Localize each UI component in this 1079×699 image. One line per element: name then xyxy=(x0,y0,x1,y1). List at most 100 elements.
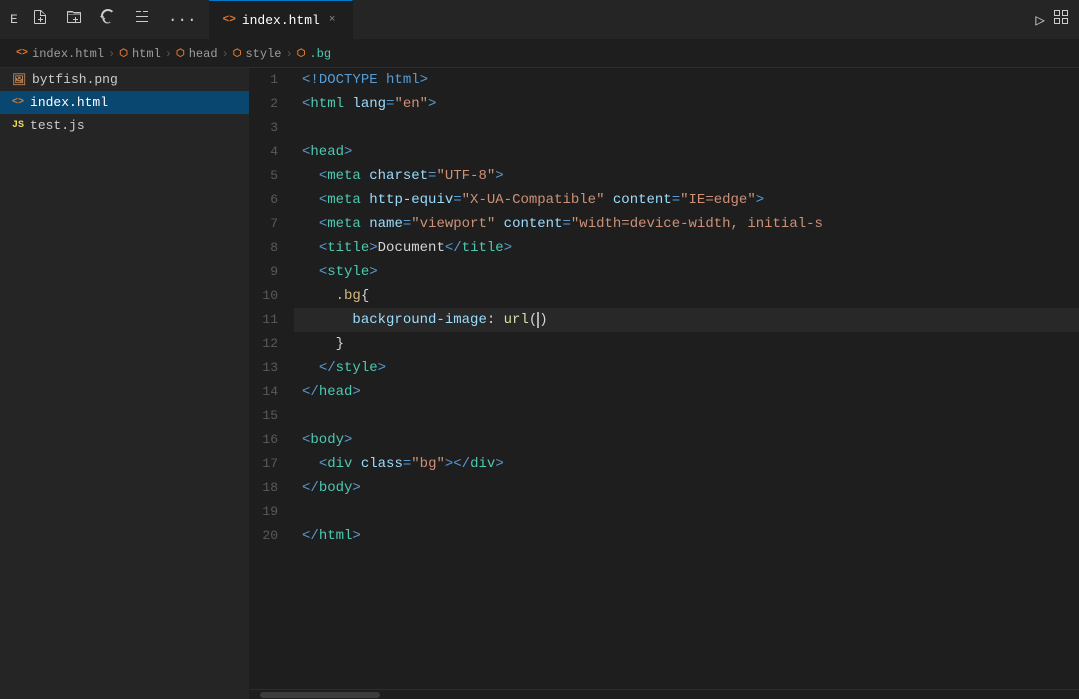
js-icon: JS xyxy=(12,120,24,131)
line-num-17: 17 xyxy=(250,452,294,476)
html-attr: lang xyxy=(352,92,386,116)
sidebar-file-test: test.js xyxy=(30,118,85,133)
doctype-html: html xyxy=(386,68,420,92)
layout-button[interactable] xyxy=(1053,9,1069,30)
line-num-1: 1 xyxy=(250,68,294,92)
sidebar-item-index-html[interactable]: <> index.html xyxy=(0,91,249,114)
code-line-8: <title>Document</title> xyxy=(294,236,1079,260)
sidebar-file-index: index.html xyxy=(30,95,108,110)
code-line-13: </style> xyxy=(294,356,1079,380)
line-num-7: 7 xyxy=(250,212,294,236)
head-open-bracket: < xyxy=(302,140,310,164)
html-tagname: html xyxy=(310,92,344,116)
code-line-4: <head> xyxy=(294,140,1079,164)
code-line-19 xyxy=(294,500,1079,524)
main-area: 🖼 bytfish.png <> index.html JS test.js 1… xyxy=(0,68,1079,699)
run-button[interactable]: ▷ xyxy=(1035,10,1045,30)
line-num-10: 10 xyxy=(250,284,294,308)
title-bar-left: E ··· xyxy=(10,7,201,32)
breadcrumb-tag-2: ⬡ xyxy=(119,48,128,60)
breadcrumb-tag-3: ⬡ xyxy=(176,48,185,60)
doctype-space xyxy=(378,68,386,92)
code-line-15 xyxy=(294,404,1079,428)
code-line-3 xyxy=(294,116,1079,140)
title-bar-right: ▷ xyxy=(1035,9,1069,30)
line-num-6: 6 xyxy=(250,188,294,212)
line-num-11: 11 xyxy=(250,308,294,332)
breadcrumb-sep-3: › xyxy=(222,47,229,61)
refresh-btn[interactable] xyxy=(96,7,120,32)
code-line-18: </body> xyxy=(294,476,1079,500)
doctype-keyword: DOCTYPE xyxy=(319,68,378,92)
title-bar: E ··· <> index.html × xyxy=(0,0,1079,40)
code-line-7: <meta name="viewport" content="width=dev… xyxy=(294,212,1079,236)
sidebar-item-test-js[interactable]: JS test.js xyxy=(0,114,249,137)
breadcrumb: <> index.html › ⬡ html › ⬡ head › ⬡ styl… xyxy=(0,40,1079,68)
code-line-12: } xyxy=(294,332,1079,356)
code-line-5: <meta charset="UTF-8"> xyxy=(294,164,1079,188)
line-num-8: 8 xyxy=(250,236,294,260)
code-line-1: <!DOCTYPE html> xyxy=(294,68,1079,92)
html-icon: <> xyxy=(12,97,24,108)
sidebar-file-bytfish: bytfish.png xyxy=(32,72,118,87)
editor[interactable]: 1 2 3 4 5 6 7 8 9 10 11 12 13 14 15 16 1 xyxy=(250,68,1079,699)
breadcrumb-tag-1: <> xyxy=(16,48,28,59)
line-num-14: 14 xyxy=(250,380,294,404)
line-num-20: 20 xyxy=(250,524,294,548)
line-num-4: 4 xyxy=(250,140,294,164)
doctype-close: > xyxy=(420,68,428,92)
collapse-btn[interactable] xyxy=(130,7,154,32)
breadcrumb-sep-4: › xyxy=(285,47,292,61)
tab-index-html[interactable]: <> index.html × xyxy=(209,0,354,39)
explorer-label: E xyxy=(10,12,18,27)
breadcrumb-html[interactable]: html xyxy=(132,47,161,61)
new-folder-btn[interactable] xyxy=(62,7,86,32)
horizontal-scrollbar[interactable] xyxy=(250,689,1079,699)
line-num-15: 15 xyxy=(250,404,294,428)
tab-label: index.html xyxy=(242,13,320,28)
line-num-16: 16 xyxy=(250,428,294,452)
code-line-11: background-image: url() xyxy=(294,308,1079,332)
breadcrumb-sep-1: › xyxy=(108,47,115,61)
html-close: > xyxy=(428,92,436,116)
breadcrumb-head[interactable]: head xyxy=(189,47,218,61)
line-num-12: 12 xyxy=(250,332,294,356)
head-close-bracket: > xyxy=(344,140,352,164)
sidebar-item-bytfish[interactable]: 🖼 bytfish.png xyxy=(0,68,249,91)
code-line-20: </html> xyxy=(294,524,1079,548)
code-line-14: </head> xyxy=(294,380,1079,404)
code-line-17: <div class="bg"></div> xyxy=(294,452,1079,476)
new-file-btn[interactable] xyxy=(28,7,52,32)
breadcrumb-style[interactable]: style xyxy=(245,47,281,61)
breadcrumb-tag-5: ⬡ xyxy=(297,48,306,60)
line-num-3: 3 xyxy=(250,116,294,140)
editor-content: 1 2 3 4 5 6 7 8 9 10 11 12 13 14 15 16 1 xyxy=(250,68,1079,699)
line-num-5: 5 xyxy=(250,164,294,188)
doctype-tag: <! xyxy=(302,68,319,92)
code-line-16: <body> xyxy=(294,428,1079,452)
more-btn[interactable]: ··· xyxy=(164,9,201,31)
breadcrumb-bg[interactable]: .bg xyxy=(309,47,331,61)
line-num-18: 18 xyxy=(250,476,294,500)
breadcrumb-tag-4: ⬡ xyxy=(233,48,242,60)
code-lines: <!DOCTYPE html> <html lang="en"> <head> xyxy=(294,68,1079,689)
html-val: "en" xyxy=(394,92,428,116)
code-area[interactable]: 1 2 3 4 5 6 7 8 9 10 11 12 13 14 15 16 1 xyxy=(250,68,1079,689)
head-tagname: head xyxy=(310,140,344,164)
code-line-6: <meta http-equiv="X-UA-Compatible" conte… xyxy=(294,188,1079,212)
sidebar: 🖼 bytfish.png <> index.html JS test.js xyxy=(0,68,250,699)
html-eq: = xyxy=(386,92,394,116)
tab-html-icon: <> xyxy=(223,14,236,26)
tab-close-btn[interactable]: × xyxy=(326,13,339,27)
png-icon: 🖼 xyxy=(12,73,26,87)
line-num-13: 13 xyxy=(250,356,294,380)
line-num-19: 19 xyxy=(250,500,294,524)
breadcrumb-index-html[interactable]: index.html xyxy=(32,47,104,61)
code-line-9: <style> xyxy=(294,260,1079,284)
scrollbar-thumb[interactable] xyxy=(260,692,380,698)
code-line-10: .bg{ xyxy=(294,284,1079,308)
breadcrumb-sep-2: › xyxy=(165,47,172,61)
line-num-9: 9 xyxy=(250,260,294,284)
html-open-bracket: < xyxy=(302,92,310,116)
line-num-2: 2 xyxy=(250,92,294,116)
